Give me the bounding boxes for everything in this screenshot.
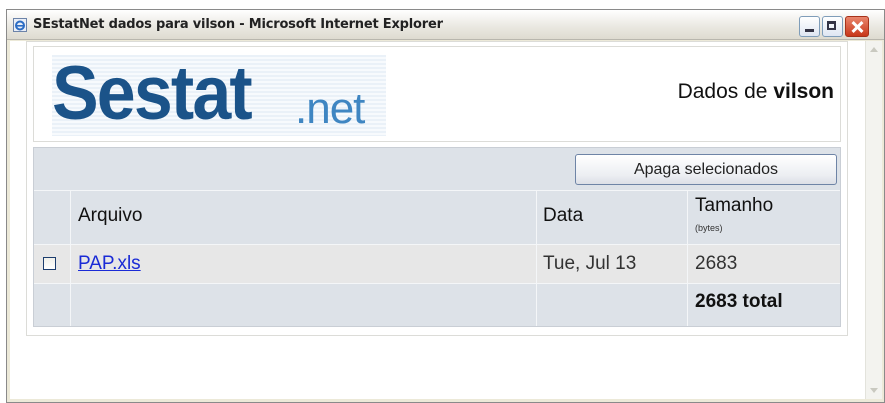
close-button[interactable] [845,16,869,37]
title-bar[interactable]: SEstatNet dados para vilson - Microsoft … [7,10,884,40]
files-table: Apaga selecionados Arquivo Data Tamanho … [33,147,841,327]
username: vilson [773,80,834,103]
scroll-up-icon[interactable] [867,43,881,57]
file-size: 2683 [695,253,738,274]
file-date: Tue, Jul 13 [543,253,637,274]
column-header-file: Arquivo [78,205,143,226]
column-divider [70,190,71,326]
sestat-logo: Sestat .net [52,51,386,136]
vertical-scrollbar[interactable] [865,41,882,399]
column-divider [536,190,537,326]
window-title: SEstatNet dados para vilson - Microsoft … [33,17,443,32]
file-select-checkbox[interactable] [43,257,56,270]
logo-main-text: Sestat [52,51,253,136]
table-divider [34,190,840,191]
logo-sub-text: .net [295,84,365,133]
dados-prefix: Dados de [677,80,768,103]
column-header-size-unit: (bytes) [695,223,723,233]
column-header-size: Tamanho [695,195,774,216]
column-divider [687,190,688,326]
minimize-button[interactable] [799,16,820,37]
table-divider [34,283,840,284]
internet-explorer-icon [13,18,27,32]
scroll-down-icon[interactable] [867,383,881,397]
total-size: 2683 total [695,291,783,312]
page-content: Sestat .net Dados de vilson Apaga seleci… [26,41,848,336]
maximize-button[interactable] [822,16,843,37]
page-header: Sestat .net Dados de vilson [33,46,841,142]
delete-selected-button[interactable]: Apaga selecionados [575,154,837,185]
table-divider [34,244,840,245]
file-link[interactable]: PAP.xls [78,253,141,275]
column-header-date: Data [543,205,584,226]
page-title: Dados de vilson [678,80,834,104]
